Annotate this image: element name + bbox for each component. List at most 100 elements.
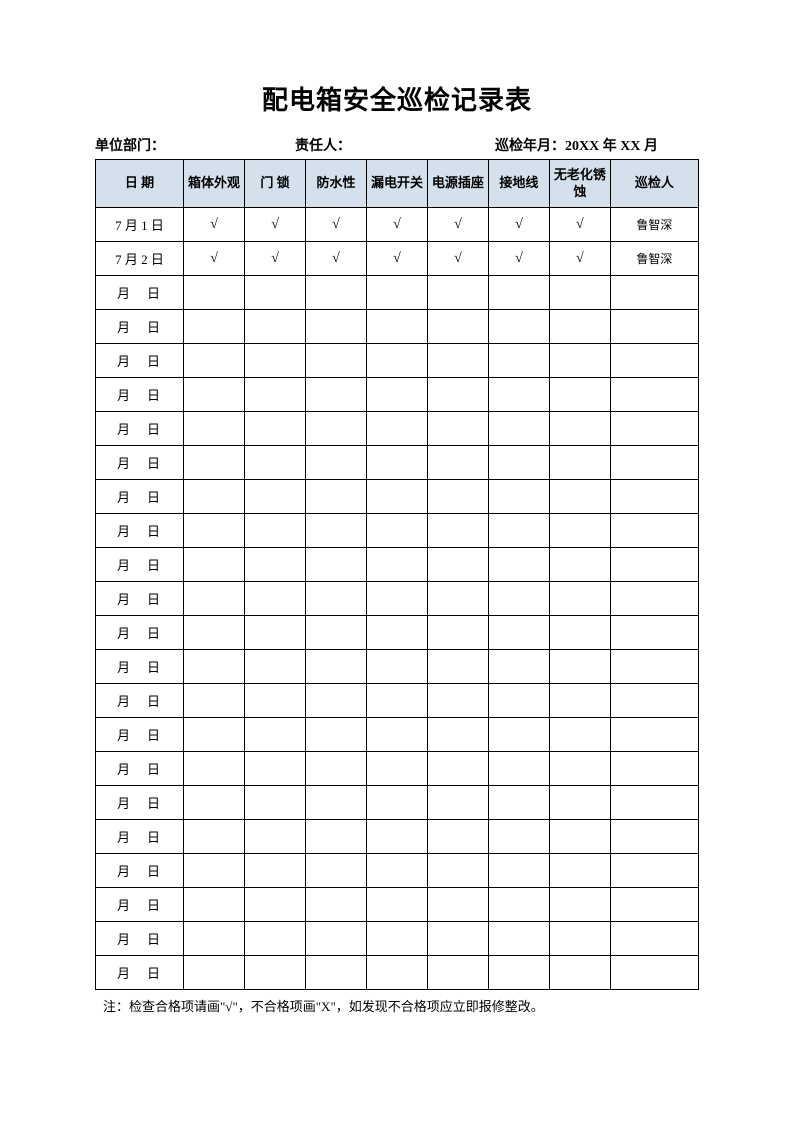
cell-inspector bbox=[610, 344, 698, 378]
cell-check bbox=[549, 888, 610, 922]
cell-check bbox=[184, 276, 245, 310]
cell-check bbox=[245, 956, 306, 990]
cell-check bbox=[306, 718, 367, 752]
cell-check bbox=[427, 684, 488, 718]
cell-check bbox=[306, 412, 367, 446]
cell-date: 月 日 bbox=[96, 378, 184, 412]
cell-check bbox=[427, 514, 488, 548]
cell-inspector bbox=[610, 922, 698, 956]
table-row: 月 日 bbox=[96, 310, 699, 344]
table-row: 月 日 bbox=[96, 616, 699, 650]
table-row: 7 月 1 日√√√√√√√鲁智深 bbox=[96, 208, 699, 242]
cell-check bbox=[488, 310, 549, 344]
cell-date: 月 日 bbox=[96, 684, 184, 718]
cell-check bbox=[184, 956, 245, 990]
cell-date: 月 日 bbox=[96, 854, 184, 888]
cell-date: 月 日 bbox=[96, 412, 184, 446]
table-row: 月 日 bbox=[96, 888, 699, 922]
cell-check bbox=[306, 276, 367, 310]
cell-check bbox=[245, 752, 306, 786]
cell-check: √ bbox=[306, 242, 367, 276]
cell-date: 月 日 bbox=[96, 820, 184, 854]
cell-inspector bbox=[610, 548, 698, 582]
cell-check bbox=[427, 922, 488, 956]
table-row: 月 日 bbox=[96, 412, 699, 446]
th-col7: 无老化锈蚀 bbox=[549, 160, 610, 208]
cell-check bbox=[184, 548, 245, 582]
cell-check bbox=[427, 888, 488, 922]
table-row: 月 日 bbox=[96, 514, 699, 548]
table-row: 月 日 bbox=[96, 650, 699, 684]
cell-check bbox=[184, 378, 245, 412]
cell-check bbox=[366, 956, 427, 990]
cell-check bbox=[245, 344, 306, 378]
table-row: 月 日 bbox=[96, 378, 699, 412]
cell-check: √ bbox=[549, 242, 610, 276]
cell-inspector bbox=[610, 514, 698, 548]
cell-check bbox=[184, 480, 245, 514]
cell-check bbox=[184, 854, 245, 888]
cell-check bbox=[549, 786, 610, 820]
cell-check bbox=[306, 446, 367, 480]
cell-check bbox=[488, 752, 549, 786]
cell-check: √ bbox=[245, 208, 306, 242]
table-row: 月 日 bbox=[96, 344, 699, 378]
th-col6: 接地线 bbox=[488, 160, 549, 208]
cell-date: 月 日 bbox=[96, 650, 184, 684]
cell-check bbox=[184, 412, 245, 446]
cell-check bbox=[488, 276, 549, 310]
resp-label: 责任人： bbox=[295, 135, 495, 155]
cell-check bbox=[306, 582, 367, 616]
cell-check bbox=[306, 548, 367, 582]
cell-check bbox=[427, 276, 488, 310]
cell-check bbox=[549, 378, 610, 412]
cell-check bbox=[549, 514, 610, 548]
cell-inspector: 鲁智深 bbox=[610, 242, 698, 276]
cell-date: 月 日 bbox=[96, 548, 184, 582]
cell-check bbox=[306, 820, 367, 854]
cell-check bbox=[549, 616, 610, 650]
cell-check bbox=[245, 922, 306, 956]
cell-check: √ bbox=[488, 242, 549, 276]
cell-date: 月 日 bbox=[96, 446, 184, 480]
cell-check bbox=[366, 888, 427, 922]
cell-check bbox=[488, 582, 549, 616]
cell-check: √ bbox=[549, 208, 610, 242]
cell-check bbox=[488, 412, 549, 446]
cell-check: √ bbox=[184, 208, 245, 242]
cell-check bbox=[184, 514, 245, 548]
cell-check bbox=[488, 888, 549, 922]
table-row: 月 日 bbox=[96, 548, 699, 582]
cell-date: 月 日 bbox=[96, 616, 184, 650]
cell-check bbox=[427, 582, 488, 616]
cell-check bbox=[366, 684, 427, 718]
cell-check bbox=[245, 310, 306, 344]
cell-check bbox=[245, 582, 306, 616]
cell-check bbox=[306, 514, 367, 548]
cell-check bbox=[245, 616, 306, 650]
cell-check bbox=[549, 718, 610, 752]
inspection-table: 日 期 箱体外观 门 锁 防水性 漏电开关 电源插座 接地线 无老化锈蚀 巡检人… bbox=[95, 159, 699, 990]
cell-inspector bbox=[610, 310, 698, 344]
period-label: 巡检年月：20XX 年 XX 月 bbox=[495, 135, 699, 155]
cell-check: √ bbox=[366, 208, 427, 242]
cell-check bbox=[488, 786, 549, 820]
table-row: 月 日 bbox=[96, 854, 699, 888]
cell-inspector bbox=[610, 956, 698, 990]
cell-check bbox=[549, 582, 610, 616]
cell-check bbox=[245, 412, 306, 446]
cell-check bbox=[306, 310, 367, 344]
cell-check bbox=[245, 514, 306, 548]
cell-check bbox=[488, 922, 549, 956]
table-row: 月 日 bbox=[96, 718, 699, 752]
cell-check bbox=[245, 684, 306, 718]
cell-check bbox=[306, 378, 367, 412]
cell-check bbox=[549, 854, 610, 888]
page-title: 配电箱安全巡检记录表 bbox=[95, 80, 699, 117]
cell-inspector bbox=[610, 480, 698, 514]
cell-check: √ bbox=[245, 242, 306, 276]
cell-check bbox=[245, 480, 306, 514]
cell-date: 月 日 bbox=[96, 888, 184, 922]
cell-check: √ bbox=[488, 208, 549, 242]
cell-check bbox=[306, 854, 367, 888]
